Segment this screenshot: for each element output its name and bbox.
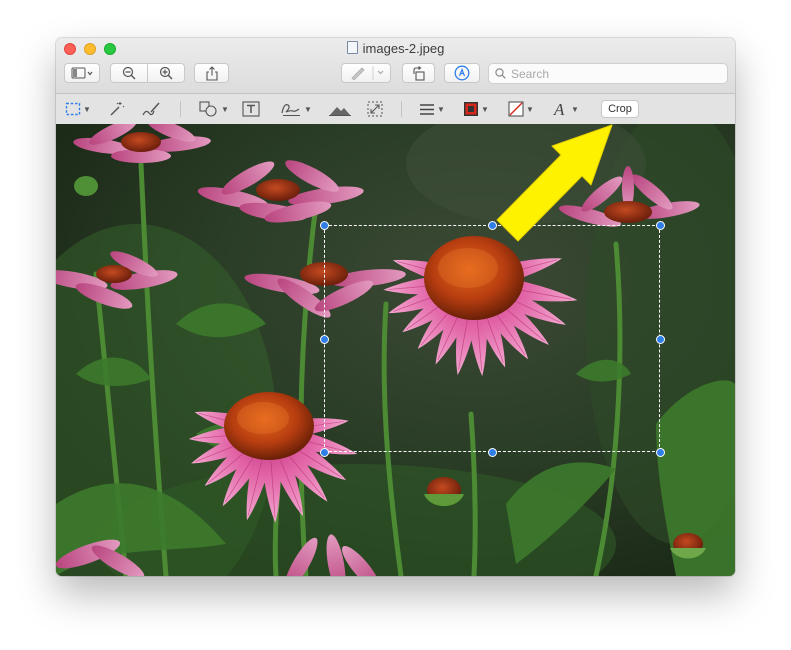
selection-handle-bottom-left[interactable] [320,448,329,457]
selection-tool-button[interactable]: ▼ [65,99,91,119]
sign-icon [281,104,300,116]
border-color-icon [464,102,478,116]
selection-handle-top[interactable] [488,221,497,230]
border-color-button[interactable]: ▼ [463,99,489,119]
window-title-text: images-2.jpeg [362,41,445,56]
text-icon [242,101,260,117]
adjust-size-button[interactable] [367,99,383,119]
shape-style-icon [420,104,434,115]
adjust-color-button[interactable] [329,99,351,119]
selection-handle-bottom-right[interactable] [656,448,665,457]
zoom-in-button[interactable] [147,63,185,83]
selection-handle-top-left[interactable] [320,221,329,230]
highlight-button[interactable] [341,63,391,83]
toolbar-separator [180,101,181,117]
adjust-size-icon [367,101,383,117]
title-bar: images-2.jpeg Search [56,38,735,94]
selection-handle-left[interactable] [320,335,329,344]
search-placeholder: Search [511,66,550,81]
markup-toolbar-button[interactable] [444,63,480,83]
document-icon [346,41,358,54]
fill-color-icon [508,101,524,117]
window-title: images-2.jpeg [56,41,735,56]
sketch-button[interactable] [141,99,161,119]
sketch-icon [142,102,160,116]
highlight-pen-icon [351,66,384,80]
zoom-out-button[interactable] [110,63,148,83]
shape-style-button[interactable]: ▼ [419,99,445,119]
zoom-out-icon [122,66,136,80]
selection-handle-top-right[interactable] [656,221,665,230]
instant-alpha-icon [110,102,125,116]
selection-handle-right[interactable] [656,335,665,344]
rotate-icon [412,65,425,81]
selection-handle-bottom[interactable] [488,448,497,457]
text-style-icon: A [553,100,565,118]
markup-toolbar: ▼ ▼ ▼ ▼ ▼ ▼ A ▼ Crop [56,94,735,125]
rectangular-selection-icon [65,102,81,116]
svg-text:A: A [553,100,565,118]
markup-icon [454,65,470,81]
zoom-in-icon [159,66,173,80]
rotate-button[interactable] [402,63,435,83]
sidebar-view-button[interactable] [64,63,100,83]
share-icon [205,65,218,81]
search-field[interactable]: Search [488,63,728,84]
image-canvas[interactable] [56,124,735,576]
crop-button[interactable]: Crop [601,100,639,118]
adjust-color-icon [329,107,351,116]
instant-alpha-button[interactable] [107,99,125,119]
shapes-icon [199,101,217,117]
toolbar-separator [401,101,402,117]
fill-color-button[interactable]: ▼ [508,99,534,119]
search-icon [495,68,506,79]
share-button[interactable] [194,63,229,83]
crop-selection-marquee[interactable] [320,221,665,457]
sidebar-icon [71,67,93,79]
shapes-button[interactable]: ▼ [199,99,229,119]
sign-button[interactable]: ▼ [280,99,312,119]
preview-window: images-2.jpeg Search ▼ ▼ ▼ ▼ ▼ ▼ A ▼ Cro… [56,38,735,576]
text-style-button[interactable]: A ▼ [553,99,579,119]
text-tool-button[interactable] [242,99,260,119]
